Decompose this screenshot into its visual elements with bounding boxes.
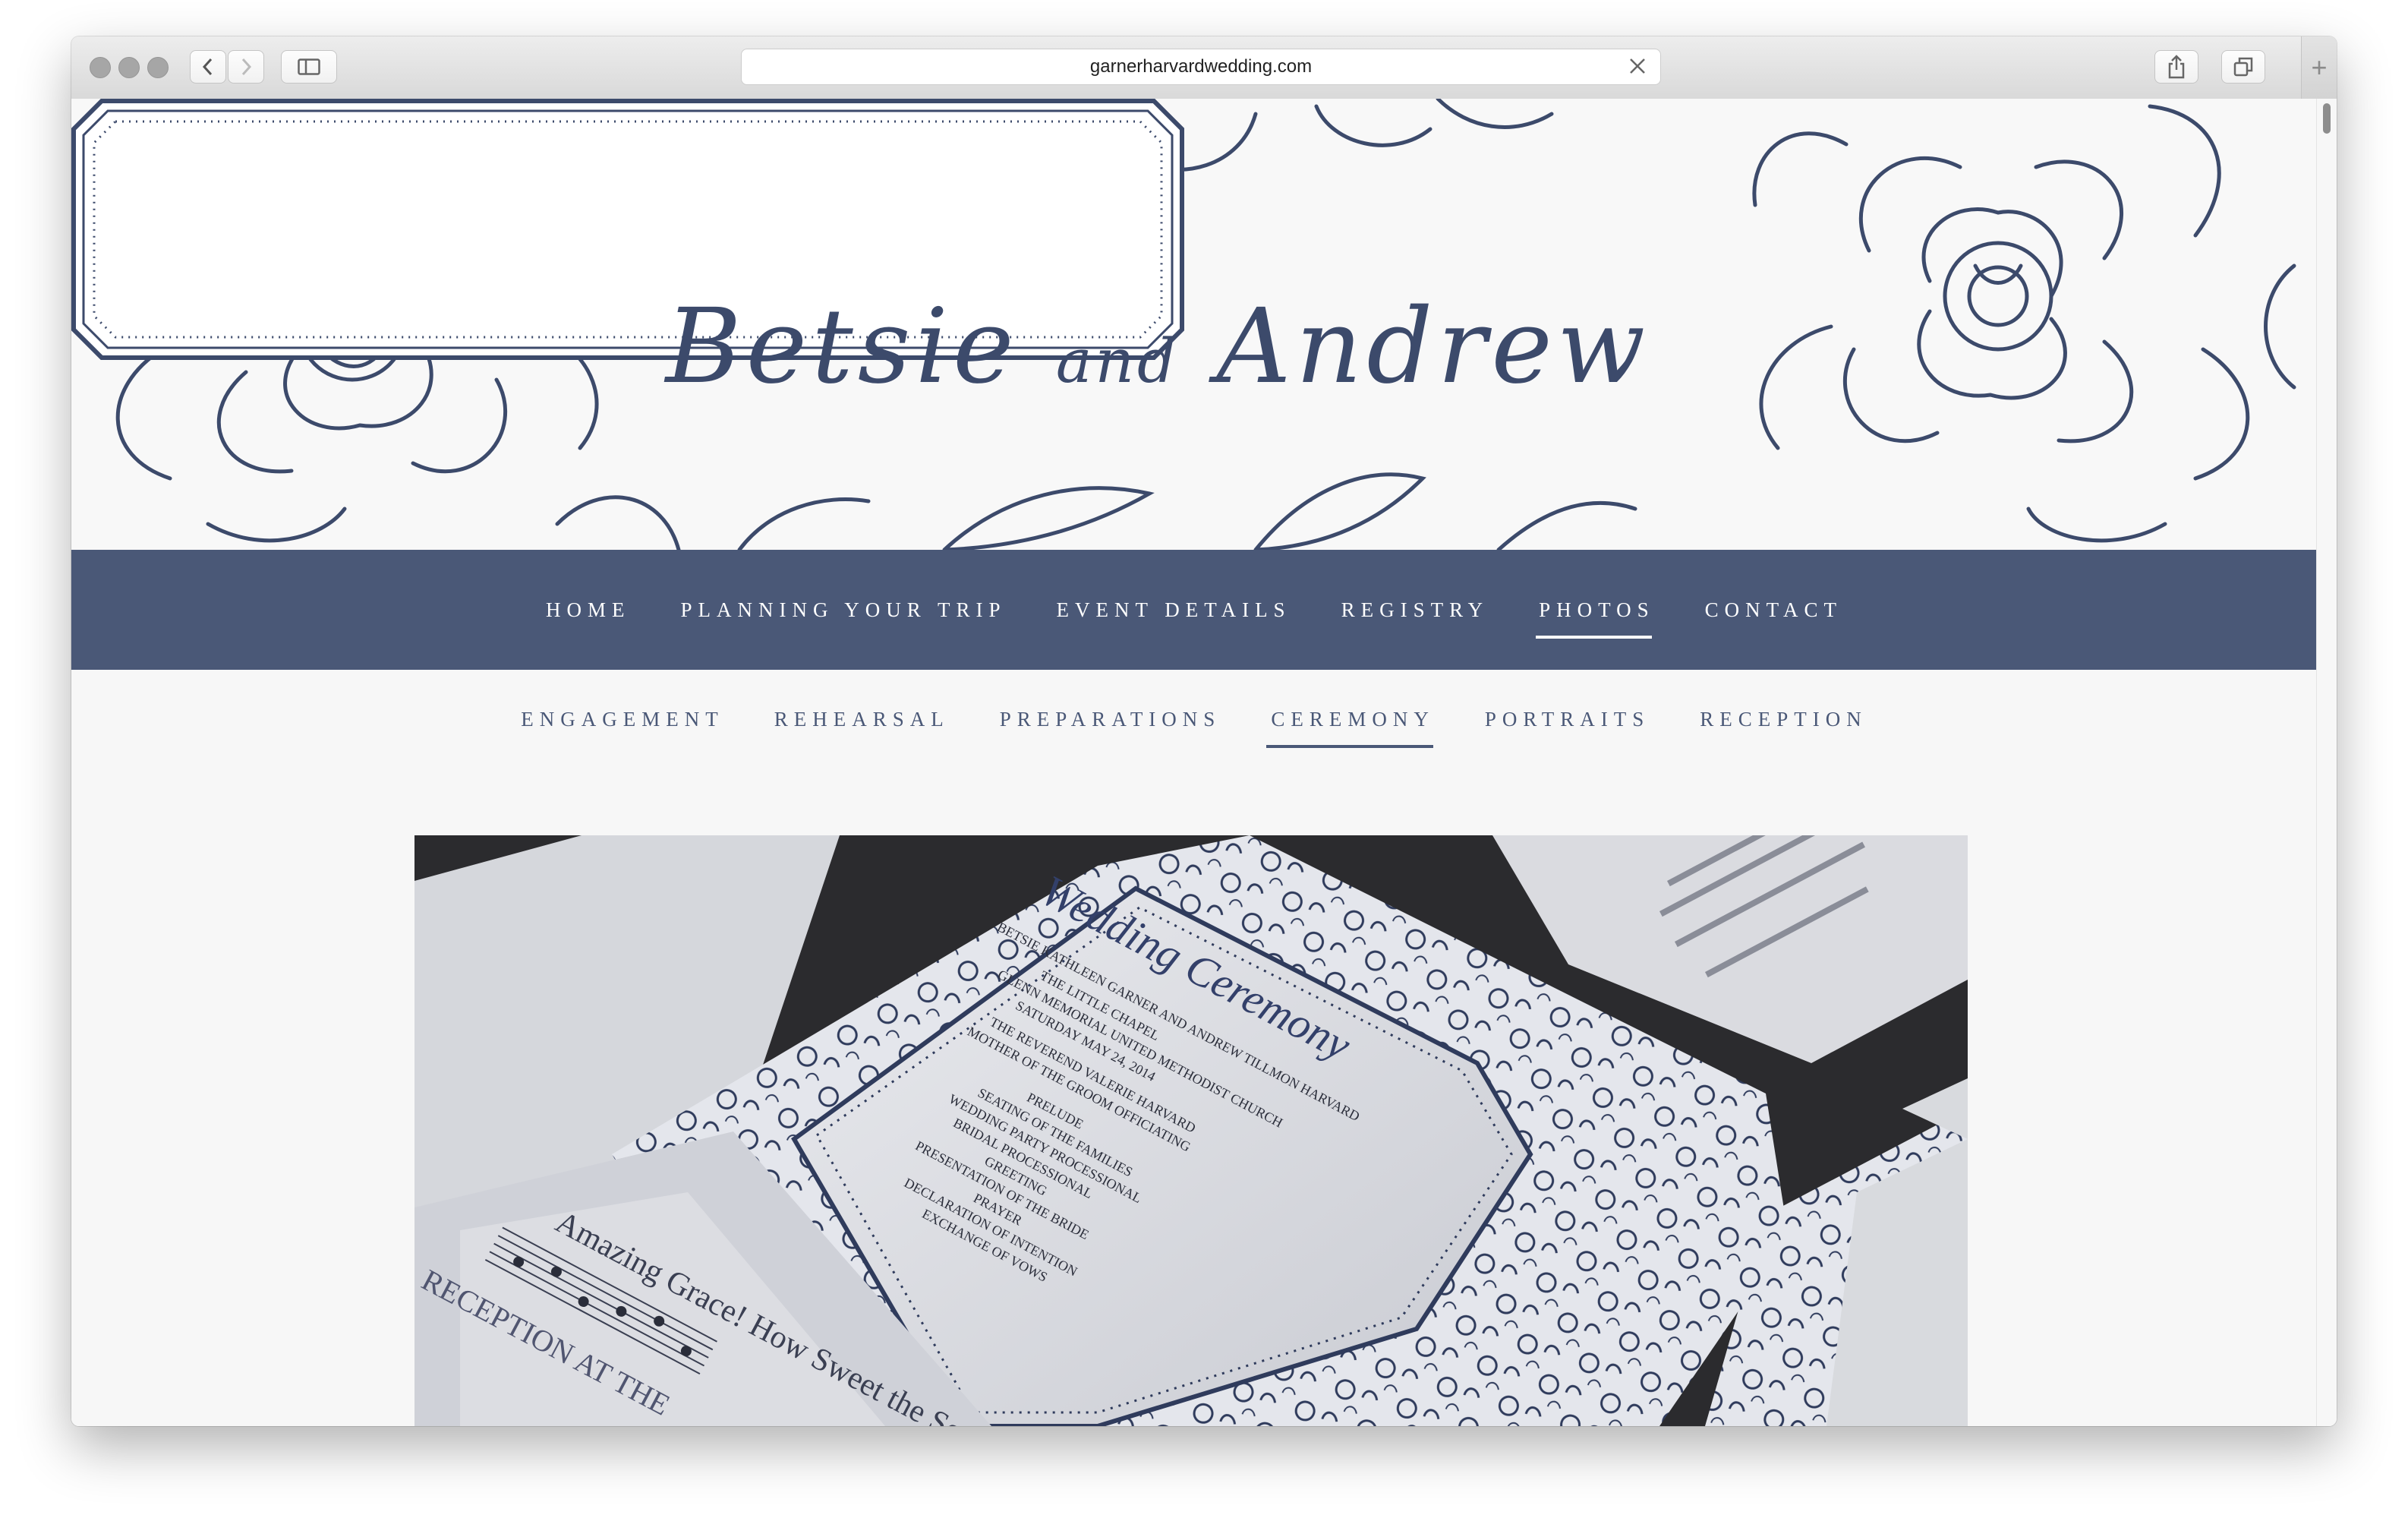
plus-icon: + <box>2311 52 2328 83</box>
new-tab-button[interactable]: + <box>2301 36 2337 99</box>
ceremony-photo[interactable]: Wedding Ceremony BETSIE KATHLEEN GARNER … <box>414 835 1968 1426</box>
close-icon[interactable] <box>1627 55 1648 81</box>
subnav-rehearsal[interactable]: REHEARSAL <box>774 703 950 736</box>
browser-toolbar: garnerharvardwedding.com + <box>71 36 2337 99</box>
photos-subnav: ENGAGEMENT REHEARSAL PREPARATIONS CEREMO… <box>71 670 2317 768</box>
subnav-portraits[interactable]: PORTRAITS <box>1485 703 1650 736</box>
nav-home[interactable]: HOME <box>546 594 631 626</box>
address-bar[interactable]: garnerharvardwedding.com <box>741 49 1661 85</box>
subnav-engagement[interactable]: ENGAGEMENT <box>521 703 723 736</box>
forward-button[interactable] <box>228 50 264 84</box>
subnav-preparations[interactable]: PREPARATIONS <box>1000 703 1221 736</box>
tabs-overview-button[interactable] <box>2221 50 2265 84</box>
page-scrollbar[interactable] <box>2316 99 2337 1426</box>
subnav-ceremony[interactable]: CEREMONY <box>1266 703 1435 748</box>
chevron-right-icon <box>241 58 252 76</box>
tabs-overview-icon <box>2233 57 2253 77</box>
scrollbar-thumb[interactable] <box>2323 103 2331 134</box>
sidebar-toggle-button[interactable] <box>281 50 337 84</box>
sidebar-icon <box>298 58 320 75</box>
minimize-window-button[interactable] <box>118 57 140 78</box>
zoom-window-button[interactable] <box>147 57 169 78</box>
title-frame <box>71 99 1184 360</box>
chevron-left-icon <box>202 58 213 76</box>
nav-contact[interactable]: CONTACT <box>1705 594 1842 626</box>
back-button[interactable] <box>190 50 226 84</box>
web-page: Betsie and Andrew HOME PLANNING YOUR TRI… <box>71 99 2317 1426</box>
browser-window: garnerharvardwedding.com + Betsie and An… <box>71 36 2337 1426</box>
nav-planning-your-trip[interactable]: PLANNING YOUR TRIP <box>680 594 1006 626</box>
main-nav: HOME PLANNING YOUR TRIP EVENT DETAILS RE… <box>71 550 2317 670</box>
share-button[interactable] <box>2154 50 2198 84</box>
subnav-reception[interactable]: RECEPTION <box>1700 703 1867 736</box>
address-bar-url: garnerharvardwedding.com <box>1089 56 1313 77</box>
nav-event-details[interactable]: EVENT DETAILS <box>1057 594 1291 626</box>
share-icon <box>2168 55 2185 79</box>
ceremony-program-image: Wedding Ceremony BETSIE KATHLEEN GARNER … <box>414 835 1968 1426</box>
nav-registry[interactable]: REGISTRY <box>1341 594 1489 626</box>
nav-photos[interactable]: PHOTOS <box>1536 594 1655 639</box>
site-header: Betsie and Andrew <box>71 99 2317 550</box>
close-window-button[interactable] <box>90 57 111 78</box>
